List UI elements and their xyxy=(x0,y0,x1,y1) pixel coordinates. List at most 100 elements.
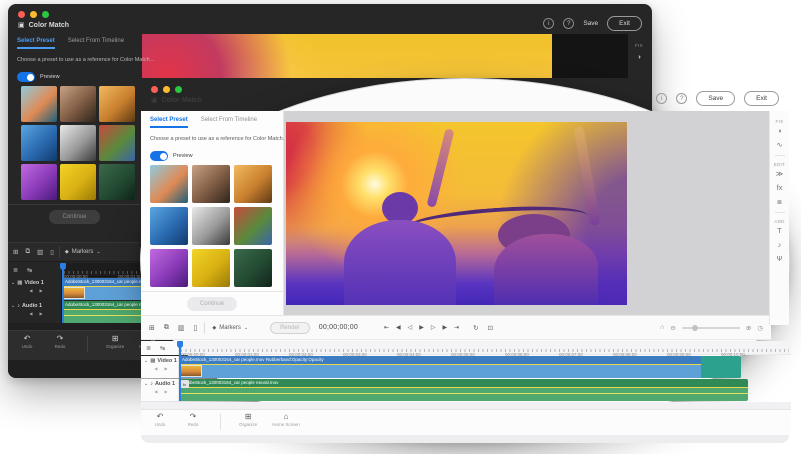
preset-blue-feathers[interactable] xyxy=(21,125,57,161)
split-clip-icon[interactable]: ▥ xyxy=(178,324,185,332)
next-edit-icon[interactable]: ▶ xyxy=(40,311,43,316)
preset-desert-road[interactable] xyxy=(192,165,230,203)
music-icon[interactable]: ♪ xyxy=(778,242,782,250)
delete-clip-icon[interactable]: ▯ xyxy=(50,248,54,256)
continue-button[interactable]: Continue xyxy=(187,297,237,311)
zoom-out-icon[interactable]: ⊖ xyxy=(670,324,675,332)
prev-edit-icon[interactable]: ◀ xyxy=(29,311,32,316)
delete-clip-icon[interactable]: ▯ xyxy=(194,324,198,332)
help-icon[interactable]: ? xyxy=(563,18,574,29)
clip-duration-icon[interactable]: ◷ xyxy=(757,324,763,332)
snapping-icon[interactable]: ∩ xyxy=(660,324,665,331)
undo-button[interactable]: ↶Undo xyxy=(151,413,169,427)
zoom-window-button[interactable] xyxy=(42,11,49,18)
preview-toggle[interactable] xyxy=(17,72,35,82)
audio-track-header[interactable]: ⌄ ♪ Audio 1 ◀ ▶ xyxy=(141,379,179,401)
step-back-button[interactable]: ◀ xyxy=(396,325,401,331)
loop-icon[interactable]: ↻ xyxy=(473,324,478,332)
zoom-in-icon[interactable]: ⊕ xyxy=(746,324,751,332)
minimize-window-button[interactable] xyxy=(30,11,37,18)
add-media-icon[interactable]: ⊞ xyxy=(13,248,18,256)
voiceover-icon[interactable]: Ψ xyxy=(777,256,783,264)
go-to-end-button[interactable]: ⇥ xyxy=(454,325,459,331)
frame-forward-button[interactable]: ▷ xyxy=(431,325,436,331)
redo-button[interactable]: ↷Redo xyxy=(51,335,69,349)
dual-display-icon[interactable]: ⊡ xyxy=(488,324,493,332)
tab-select-preset[interactable]: Select Preset xyxy=(150,117,188,128)
exit-button[interactable]: Exit xyxy=(607,16,642,31)
organize-button[interactable]: ⊞Organize xyxy=(239,413,257,427)
color-icon[interactable]: ◑ xyxy=(777,128,781,136)
prev-edit-icon[interactable]: ◀ xyxy=(154,389,157,394)
undo-button[interactable]: ↶Undo xyxy=(18,335,36,349)
markers-dropdown[interactable]: ◆ Markers ⌄ xyxy=(65,249,101,255)
markers-dropdown[interactable]: ◆ Markers ⌄ xyxy=(212,325,248,331)
color-match-window-front[interactable]: ▣ Color Match i ? Save Exit Select Prese… xyxy=(140,78,790,443)
help-icon[interactable]: ? xyxy=(676,93,687,104)
play-button[interactable]: ▶ xyxy=(419,325,424,331)
next-edit-icon[interactable]: ▶ xyxy=(165,389,168,394)
timeline-zoom-slider[interactable] xyxy=(682,327,740,329)
step-forward-button[interactable]: ▶ xyxy=(443,325,448,331)
crop-icon[interactable]: ⧈ xyxy=(777,199,781,207)
preset-purple-blooms[interactable] xyxy=(150,249,188,287)
prev-edit-icon[interactable]: ◀ xyxy=(29,288,32,293)
speed-icon[interactable]: ≫ xyxy=(776,171,783,179)
tab-select-from-timeline[interactable]: Select From Timeline xyxy=(68,38,124,49)
preset-dark-ferns[interactable] xyxy=(234,249,272,287)
next-edit-icon[interactable]: ▶ xyxy=(165,366,168,371)
save-button[interactable]: Save xyxy=(696,91,735,106)
minimize-window-button[interactable] xyxy=(163,86,170,93)
preset-sepia-jump[interactable] xyxy=(99,86,135,122)
preset-wildflowers[interactable] xyxy=(234,207,272,245)
duplicate-clip-icon[interactable]: ⧉ xyxy=(164,324,169,332)
collapse-icon[interactable]: ⌄ xyxy=(144,358,148,364)
clip-fx-badge[interactable]: fx xyxy=(180,380,189,388)
preset-bw-arches[interactable] xyxy=(60,125,96,161)
preset-yellow-flower[interactable] xyxy=(192,249,230,287)
audio-mix-icon[interactable]: ∿ xyxy=(777,142,783,150)
preset-sepia-jump[interactable] xyxy=(234,165,272,203)
save-button[interactable]: Save xyxy=(583,20,598,27)
organize-button[interactable]: ⊞Organize xyxy=(106,335,124,349)
exit-button[interactable]: Exit xyxy=(744,91,779,106)
playhead[interactable] xyxy=(179,341,181,401)
collapse-icon[interactable]: ⌄ xyxy=(11,280,15,286)
preset-bw-arches[interactable] xyxy=(192,207,230,245)
duplicate-clip-icon[interactable]: ⧉ xyxy=(25,248,30,256)
preview-toggle[interactable] xyxy=(150,151,168,161)
video-track-header[interactable]: ⌄ ▦ Video 1 ◀ ▶ xyxy=(8,278,62,300)
titlebar[interactable]: ▣ Color Match i ? Save Exit xyxy=(141,79,789,111)
track-height-icon[interactable]: ↹ xyxy=(160,345,165,352)
close-window-button[interactable] xyxy=(151,86,158,93)
preset-dark-ferns[interactable] xyxy=(99,164,135,200)
timeline-ruler[interactable]: ≣ ↹ 00;00;00;0000;00;01;0000;00;02;0000;… xyxy=(141,341,791,355)
add-media-icon[interactable]: ⊞ xyxy=(149,324,155,332)
close-window-button[interactable] xyxy=(18,11,25,18)
video-track-header[interactable]: ⌄ ▦ Video 1 ◀ ▶ xyxy=(141,356,179,378)
next-edit-icon[interactable]: ▶ xyxy=(40,288,43,293)
titlebar[interactable]: ▣ Color Match i ? Save Exit xyxy=(8,4,652,36)
render-button[interactable]: Render xyxy=(270,322,310,334)
track-height-icon[interactable]: ↹ xyxy=(27,267,32,274)
redo-button[interactable]: ↷Redo xyxy=(184,413,202,427)
zoom-window-button[interactable] xyxy=(175,86,182,93)
preset-blue-feathers[interactable] xyxy=(150,207,188,245)
preset-wildflowers[interactable] xyxy=(99,125,135,161)
frame-back-button[interactable]: ◁ xyxy=(408,325,413,331)
preset-desert-road[interactable] xyxy=(60,86,96,122)
effects-icon[interactable]: fx xyxy=(777,185,782,193)
video-clip[interactable]: AdobeStock_130003164_car people.mov Rubb… xyxy=(179,356,741,378)
audio-mixer-icon[interactable]: ≣ xyxy=(13,267,18,274)
playhead[interactable] xyxy=(62,263,64,323)
preset-purple-blooms[interactable] xyxy=(21,164,57,200)
preset-sunset-lake[interactable] xyxy=(150,165,188,203)
home-screen-button[interactable]: ⌂Home Screen xyxy=(272,413,300,427)
info-icon[interactable]: i xyxy=(656,93,667,104)
audio-mixer-icon[interactable]: ≣ xyxy=(146,345,151,352)
go-to-start-button[interactable]: ⇤ xyxy=(384,325,389,331)
audio-track-header[interactable]: ⌄ ♪ Audio 1 ◀ ▶ xyxy=(8,301,62,323)
split-clip-icon[interactable]: ▥ xyxy=(37,248,43,256)
color-icon[interactable]: ◑ xyxy=(629,54,649,62)
titles-icon[interactable]: T xyxy=(777,228,781,236)
